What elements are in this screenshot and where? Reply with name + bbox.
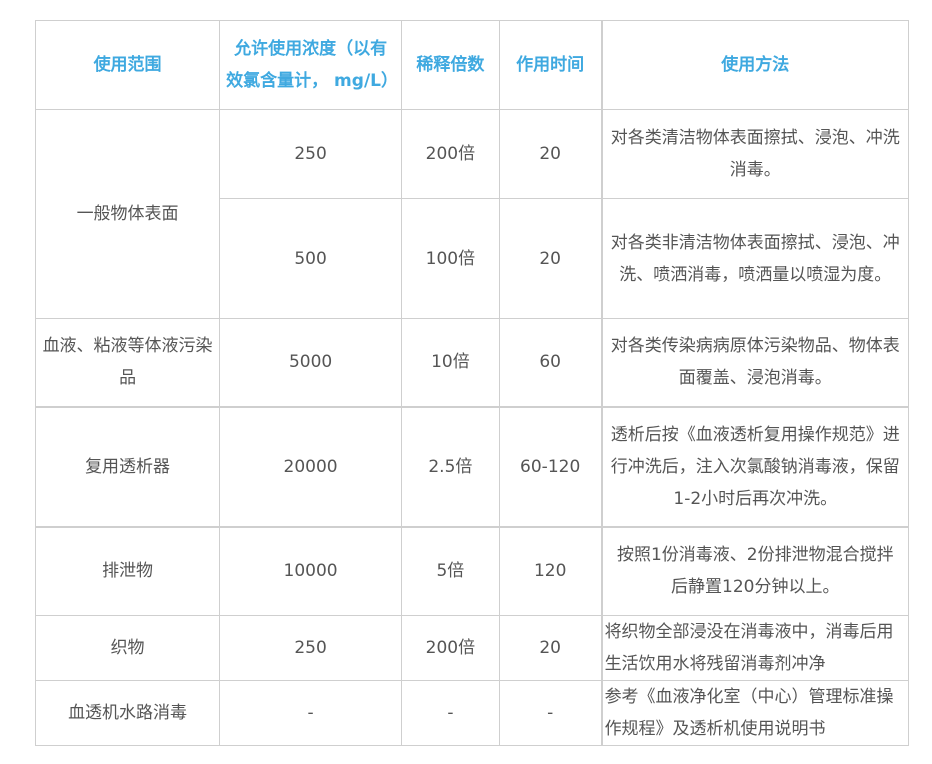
concentration-cell: 500 [219,198,403,319]
table-row: 排泄物 10000 5倍 120 按照1份消毒液、2份排泄物混合搅拌后静置120… [34,525,909,616]
dilution-cell: 10倍 [401,318,500,407]
time-cell: 120 [498,525,603,616]
time-cell: 60 [498,318,603,407]
table-row: 一般物体表面 250 200倍 20 对各类清洁物体表面擦拭、浸泡、冲洗消毒。 [34,109,909,319]
dilution-cell: 200倍 [401,109,500,199]
scope-cell: 血透机水路消毒 [34,680,221,746]
dilution-cell: 200倍 [401,615,500,681]
method-cell: 按照1份消毒液、2份排泄物混合搅拌后静置120分钟以上。 [600,525,909,616]
method-cell: 对各类非清洁物体表面擦拭、浸泡、冲洗、喷洒消毒，喷洒量以喷湿为度。 [600,198,909,319]
time-cell: 20 [498,615,603,681]
concentration-cell: 10000 [219,525,403,616]
time-cell: 20 [498,198,603,319]
header-concentration: 允许使用浓度（以有效氯含量计， mg/L） [219,20,403,110]
concentration-cell: 20000 [219,405,403,527]
header-method: 使用方法 [600,20,909,110]
time-cell: - [498,680,603,746]
method-cell: 将织物全部浸没在消毒液中，消毒后用生活饮用水将残留消毒剂冲净 [600,615,909,681]
disinfection-table-container: 使用范围 允许使用浓度（以有效氯含量计， mg/L） 稀释倍数 作用时间 使用方… [34,20,909,746]
header-dilution: 稀释倍数 [401,20,500,110]
dilution-cell: 2.5倍 [401,405,500,527]
time-cell: 60-120 [498,405,603,527]
scope-cell: 织物 [34,615,221,681]
dilution-cell: - [401,680,500,746]
table-row: 血透机水路消毒 - - - 参考《血液净化室（中心）管理标准操作规程》及透析机使… [34,680,909,746]
table-header-row: 使用范围 允许使用浓度（以有效氯含量计， mg/L） 稀释倍数 作用时间 使用方… [34,20,909,110]
scope-cell: 一般物体表面 [34,109,221,319]
scope-cell: 排泄物 [34,525,221,616]
method-cell: 透析后按《血液透析复用操作规范》进行冲洗后，注入次氯酸钠消毒液，保留1-2小时后… [600,405,909,527]
scope-cell: 血液、粘液等体液污染品 [34,318,221,407]
table-row: 复用透析器 20000 2.5倍 60-120 透析后按《血液透析复用操作规范》… [34,405,909,527]
table-row: 织物 250 200倍 20 将织物全部浸没在消毒液中，消毒后用生活饮用水将残留… [34,615,909,681]
table-row: 血液、粘液等体液污染品 5000 10倍 60 对各类传染病病原体污染物品、物体… [34,318,909,407]
method-cell: 对各类传染病病原体污染物品、物体表面覆盖、浸泡消毒。 [600,318,909,407]
dilution-cell: 5倍 [401,525,500,616]
dilution-cell: 100倍 [401,198,500,319]
scope-cell: 复用透析器 [34,405,221,527]
header-scope: 使用范围 [34,20,221,110]
method-cell: 参考《血液净化室（中心）管理标准操作规程》及透析机使用说明书 [600,680,909,746]
concentration-cell: 250 [219,615,403,681]
concentration-cell: 250 [219,109,403,199]
method-cell: 对各类清洁物体表面擦拭、浸泡、冲洗消毒。 [600,109,909,199]
concentration-cell: - [219,680,403,746]
header-time: 作用时间 [498,20,603,110]
concentration-cell: 5000 [219,318,403,407]
disinfection-table: 使用范围 允许使用浓度（以有效氯含量计， mg/L） 稀释倍数 作用时间 使用方… [34,20,909,746]
time-cell: 20 [498,109,603,199]
